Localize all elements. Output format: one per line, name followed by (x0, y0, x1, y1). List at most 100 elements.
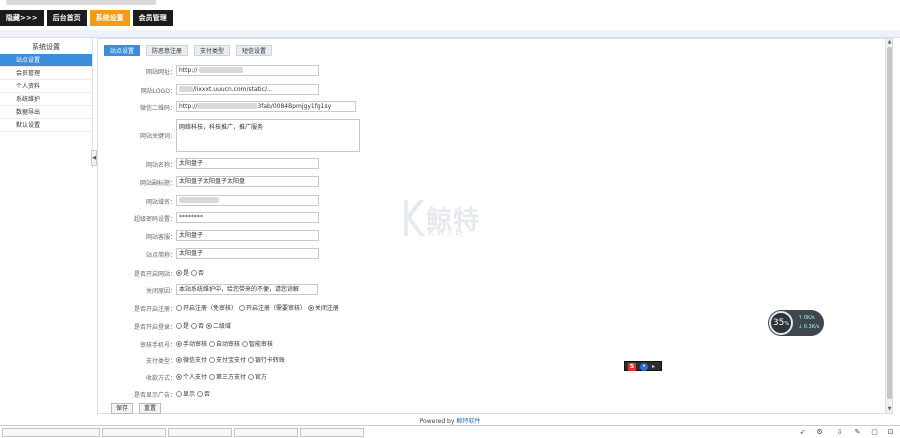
reg-mode-review-radio[interactable] (238, 305, 245, 311)
show-ads-no-radio[interactable] (196, 391, 203, 397)
edit-icon[interactable]: ✎ (853, 428, 862, 437)
chevron-left-icon: ◀ (92, 155, 96, 161)
pay-type-wechat-radio[interactable] (176, 357, 182, 363)
watermark-subtext: KHTD (428, 228, 465, 237)
sidebar-item-export[interactable]: 数据导出 (0, 106, 92, 119)
tab-anti-spam[interactable]: 防恶意注册 (146, 45, 189, 56)
ime-mode-icon: • (640, 363, 648, 371)
site-title-label: 网站副标题： (139, 180, 176, 187)
scroll-up-icon[interactable]: ▲ (886, 39, 893, 46)
download-icon[interactable]: ⇩ (835, 428, 844, 437)
site-name-input[interactable]: 太阳盘子 (176, 158, 319, 169)
pay-mode-official-radio[interactable] (247, 374, 254, 380)
row-logo: 网站LOGO： /lixxxt.uuucn.com/static/... (98, 84, 798, 96)
scroll-thumb[interactable] (887, 47, 892, 399)
pay-type-label: 支付类型： (145, 358, 176, 365)
keywords-textarea[interactable]: 网络科技，科技推广，推广服务 (176, 119, 360, 152)
login-mode-yes-label: 是 (183, 323, 190, 330)
site-url-label: 网站网址： (145, 69, 176, 76)
tab-sms[interactable]: 短信设置 (236, 45, 273, 56)
audit-mode-manual-radio[interactable] (176, 341, 182, 347)
audit-mode-smart-radio[interactable] (241, 341, 248, 347)
scrollbar[interactable]: ▲ ▼ (885, 39, 892, 413)
reg-mode-closed-label: 关闭注册 (314, 305, 339, 312)
sidebar-item-maintenance[interactable]: 系统维护 (0, 93, 92, 106)
site-title-input[interactable]: 太阳盘子太阳盘子太阳盘 (176, 176, 319, 187)
contact-input[interactable]: 太阳盘子 (176, 230, 319, 241)
row-reg-mode: 是否开启注册： 开启注册（免审核） 开启注册（需要审核） 关闭注册 (98, 302, 798, 314)
close-msg-label: 关闭原因： (145, 288, 176, 295)
welcome-text (6, 0, 156, 6)
site-url-input[interactable]: http:// (176, 65, 319, 76)
audit-mode-options: 手动审核 自动审核 智能审核 (176, 339, 273, 348)
reset-button[interactable]: 重置 (139, 403, 162, 414)
row-login-mode: 是否开启登录： 是 否 二级域 (98, 320, 798, 332)
ime-toolbar[interactable]: S • ▸ (624, 361, 662, 371)
footer-prefix: Powered by (419, 418, 455, 425)
pay-type-bank-radio[interactable] (247, 357, 254, 363)
sidebar-item-profile[interactable]: 个人资料 (0, 80, 92, 93)
pay-mode-thirdparty-radio[interactable] (208, 374, 215, 380)
cpu-usage-value: 35 (772, 318, 785, 328)
window-icon[interactable]: ▢ (870, 428, 879, 437)
reg-mode-open-radio[interactable] (176, 305, 182, 311)
status-segment (168, 428, 232, 437)
topnav-hide-button[interactable]: 隐藏>>> (0, 10, 44, 26)
page-footer: Powered by 鲸特软件 (0, 416, 900, 425)
show-ads-yes-radio[interactable] (176, 391, 182, 397)
top-bar (0, 0, 900, 8)
zoom-icon[interactable]: ⊡ (886, 428, 895, 437)
sidebar-item-members[interactable]: 会员管理 (0, 67, 92, 80)
watermark-logo: 鲸特 KHTD (400, 198, 495, 242)
row-show-ads: 是否显示广告： 显示 否 (98, 388, 798, 400)
open-site-yes-radio[interactable] (176, 270, 182, 276)
sidebar-item-site-settings[interactable]: 站点设置 (0, 54, 92, 67)
audit-mode-auto-radio[interactable] (208, 341, 215, 347)
login-mode-yes-radio[interactable] (176, 323, 182, 329)
contact-label: 网站客服： (145, 234, 176, 241)
tab-payment[interactable]: 支付类型 (194, 45, 231, 56)
topnav-settings-button[interactable]: 系统设置 (89, 10, 130, 26)
logo-value: /lixxxt.uuucn.com/static/... (193, 86, 273, 93)
reg-mode-review-label: 开启注册（需要审核） (245, 305, 306, 312)
open-site-options: 是 否 (176, 268, 204, 277)
password-input[interactable]: ******** (176, 212, 319, 223)
row-site-title: 网站副标题： 太阳盘子太阳盘子太阳盘 (98, 176, 798, 188)
qrcode-input[interactable]: http:// 3fab/0084Bpmjgy1fg1sy (176, 101, 356, 112)
tab-bar: 站点设置 防恶意注册 支付类型 短信设置 (104, 45, 273, 56)
pay-mode-personal-radio[interactable] (176, 374, 182, 380)
sogou-icon: S (628, 363, 636, 371)
domain-label: 网站域名： (145, 199, 176, 206)
upload-speed: ↑ 0K/s (798, 315, 815, 321)
topnav-members-button[interactable]: 会员管理 (132, 10, 173, 26)
network-speed-widget[interactable]: 35% ↑ 0K/s ↓ 0.3K/s (768, 310, 824, 336)
save-button[interactable]: 保存 (111, 403, 134, 414)
open-site-no-radio[interactable] (190, 270, 197, 276)
pay-mode-official-label: 官方 (254, 374, 267, 381)
short-name-input[interactable]: 太阳盘子 (176, 248, 319, 259)
login-mode-no-radio[interactable] (190, 323, 197, 329)
footer-link[interactable]: 鲸特软件 (456, 418, 480, 425)
form-actions: 保存 重置 (111, 403, 162, 414)
topnav-dashboard-button[interactable]: 后台首页 (46, 10, 87, 26)
cpu-usage-gauge: 35% (769, 311, 793, 335)
login-mode-no-label: 否 (197, 323, 204, 330)
scroll-down-icon[interactable]: ▼ (886, 406, 893, 413)
close-msg-input[interactable]: 本站系统维护中，给您带来的不便，请您谅解 (176, 284, 318, 295)
rocket-icon[interactable]: ➶ (798, 428, 807, 437)
watermark-k-icon (404, 200, 425, 236)
pay-type-alipay-radio[interactable] (208, 357, 215, 363)
sidebar-item-defaults[interactable]: 默认设置 (0, 119, 92, 132)
short-name-label: 站点简称： (145, 252, 176, 259)
login-mode-subdomain-radio[interactable] (205, 323, 212, 329)
tab-site-settings[interactable]: 站点设置 (104, 45, 141, 56)
browser-status-bar: ➶ ⚙ ⇩ ✎ ▢ ⊡ (0, 425, 900, 438)
domain-input[interactable] (176, 195, 319, 206)
login-mode-label: 是否开启登录： (133, 324, 176, 331)
extension-icon[interactable]: ⚙ (815, 428, 824, 437)
logo-input[interactable]: /lixxxt.uuucn.com/static/... (176, 84, 319, 95)
reg-mode-closed-radio[interactable] (307, 305, 314, 311)
status-segment (300, 428, 364, 437)
sidebar: 系统设置 站点设置 会员管理 个人资料 系统维护 数据导出 默认设置 (0, 38, 93, 168)
pay-type-wechat-label: 微信支付 (183, 357, 208, 364)
